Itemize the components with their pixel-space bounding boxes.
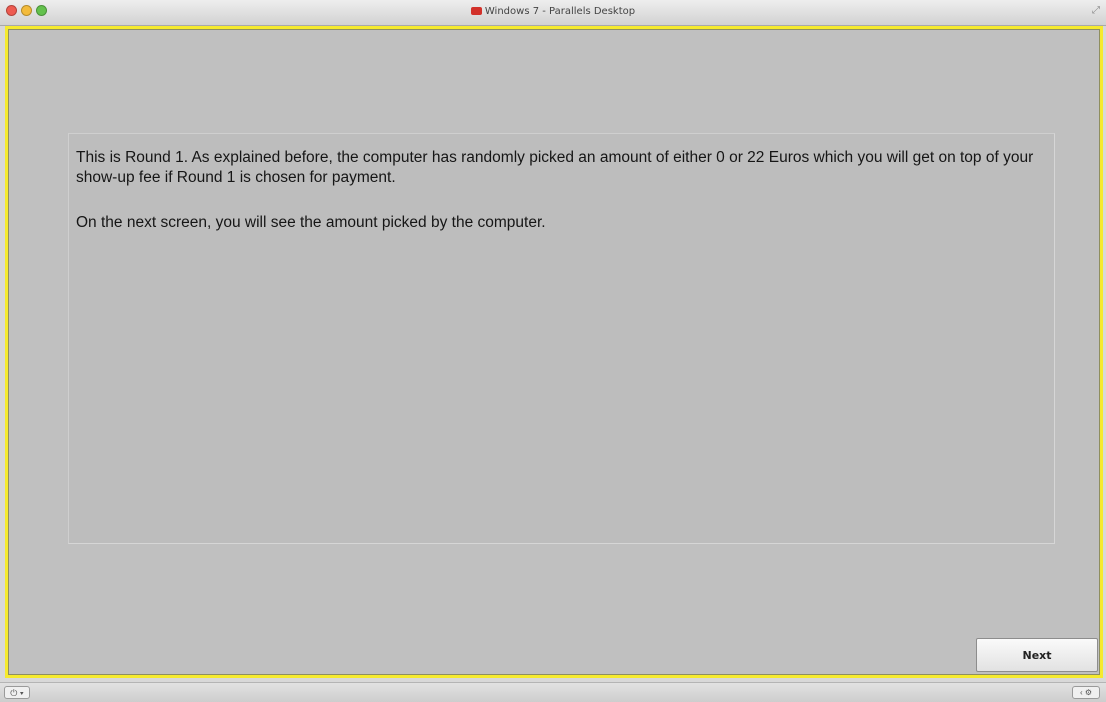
window-title-bar: Windows 7 - Parallels Desktop ⤢ bbox=[0, 0, 1106, 26]
power-menu-button[interactable]: ⏻ ▾ bbox=[4, 686, 30, 699]
status-bar: ⏻ ▾ ‹ ⚙ bbox=[0, 682, 1106, 702]
fullscreen-icon[interactable]: ⤢ bbox=[1092, 5, 1100, 16]
device-nav-button[interactable]: ‹ ⚙ bbox=[1072, 686, 1100, 699]
parallels-app-icon bbox=[470, 7, 482, 15]
next-button[interactable]: Next bbox=[976, 638, 1098, 672]
vm-screen: This is Round 1. As explained before, th… bbox=[5, 26, 1103, 678]
instruction-paragraph-2: On the next screen, you will see the amo… bbox=[76, 214, 546, 231]
instruction-panel: This is Round 1. As explained before, th… bbox=[68, 133, 1055, 544]
window-title: Windows 7 - Parallels Desktop bbox=[0, 6, 1106, 17]
instruction-paragraph-1: This is Round 1. As explained before, th… bbox=[76, 149, 1034, 186]
window-title-text: Windows 7 - Parallels Desktop bbox=[484, 6, 636, 17]
